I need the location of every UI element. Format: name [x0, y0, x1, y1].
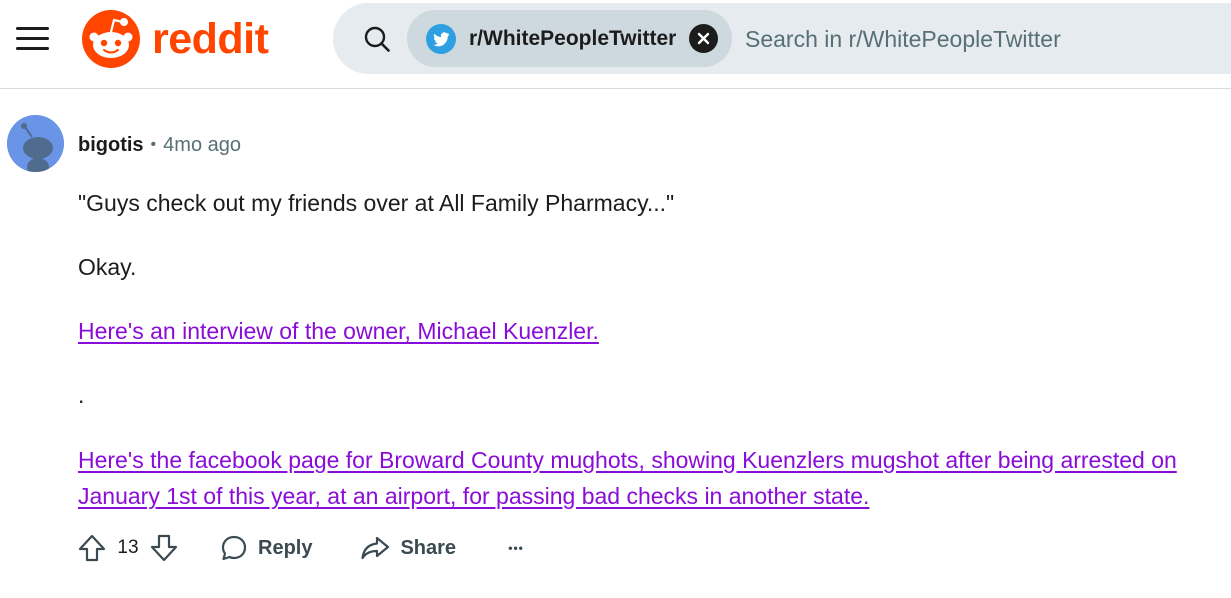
search-icon	[364, 26, 390, 52]
logo-wordmark: reddit	[152, 15, 269, 63]
reply-button[interactable]: Reply	[220, 526, 312, 570]
meta-separator: •	[150, 136, 157, 153]
comment-author[interactable]: bigotis	[78, 134, 144, 157]
comment-meta: bigotis • 4mo ago	[78, 131, 241, 159]
reddit-snoo-icon	[82, 10, 140, 68]
comment-action-bar: 13 Reply Share •••	[74, 526, 528, 570]
speech-bubble-icon	[221, 535, 247, 561]
upvote-arrow-icon	[78, 534, 106, 562]
comment-paragraph-4: .	[78, 382, 85, 408]
comment-paragraph-2: Okay.	[78, 254, 137, 280]
more-options-button[interactable]: •••	[504, 526, 528, 570]
snoo-avatar-icon	[7, 115, 64, 172]
interview-link[interactable]: Here's an interview of the owner, Michae…	[78, 318, 599, 344]
reply-label: Reply	[258, 536, 313, 559]
community-filter-chip[interactable]: r/WhitePeopleTwitter	[407, 10, 732, 67]
twitter-bird-icon	[426, 23, 456, 54]
search-input[interactable]	[745, 17, 1215, 61]
comment-timestamp[interactable]: 4mo ago	[163, 134, 241, 157]
top-header: reddit r/WhitePeopleTwitter	[0, 0, 1231, 89]
downvote-arrow-icon	[150, 534, 178, 562]
search-bar[interactable]: r/WhitePeopleTwitter	[333, 3, 1231, 74]
close-icon[interactable]	[689, 24, 718, 53]
avatar[interactable]	[7, 115, 64, 172]
comment-paragraph-3: Here's an interview of the owner, Michae…	[78, 313, 599, 349]
community-chip-label: r/WhitePeopleTwitter	[469, 26, 677, 50]
share-button[interactable]: Share	[360, 526, 456, 570]
upvote-button[interactable]	[74, 528, 110, 568]
comment-paragraph-1: "Guys check out my friends over at All F…	[78, 190, 675, 216]
share-label: Share	[400, 536, 457, 559]
ellipsis-icon: •••	[508, 541, 524, 555]
vote-score: 13	[117, 537, 139, 558]
hamburger-icon[interactable]	[16, 26, 50, 52]
mugshot-facebook-link[interactable]: Here's the facebook page for Broward Cou…	[78, 447, 1177, 509]
reddit-logo[interactable]: reddit	[82, 10, 269, 68]
downvote-button[interactable]	[146, 528, 182, 568]
share-arrow-icon	[361, 536, 390, 560]
comment-paragraph-5: Here's the facebook page for Broward Cou…	[78, 442, 1208, 514]
